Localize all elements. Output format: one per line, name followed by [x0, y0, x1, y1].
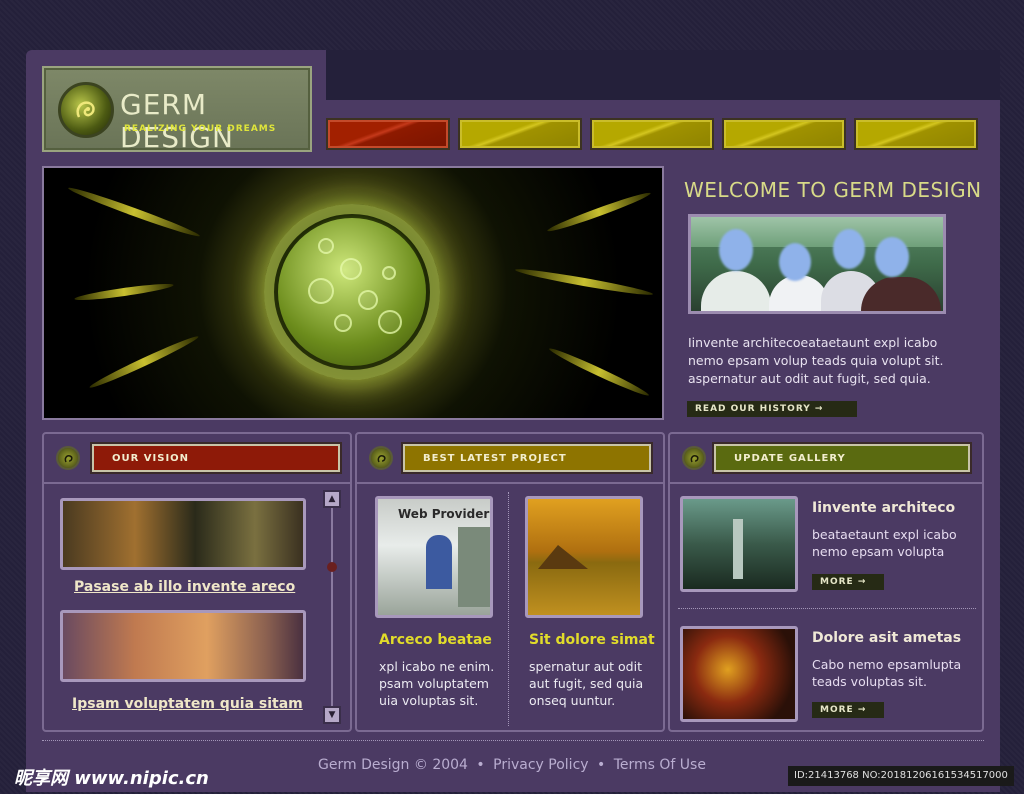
project-text-2: spernatur aut odit aut fugit, sed quia o… — [529, 659, 644, 708]
projects-panel: BEST LATEST PROJECT Web Provider Arceco … — [355, 432, 665, 732]
gallery-title-2[interactable]: Dolore asit ametas — [812, 630, 961, 646]
logo-title: GERM DESIGN — [120, 88, 234, 154]
gallery-more-button-1[interactable]: MORE → — [812, 574, 884, 590]
germ-emblem-icon — [58, 82, 114, 138]
welcome-text: Iinvente architecoeataetaunt expl icabo … — [688, 335, 944, 386]
scroll-thumb[interactable] — [327, 562, 337, 572]
germ-bullet-icon — [682, 446, 706, 470]
gallery-panel: UPDATE GALLERY Iinvente architeco beatae… — [668, 432, 984, 732]
welcome-title: WELCOME TO GERM DESIGN — [684, 178, 982, 202]
scroll-down-button[interactable]: ▼ — [323, 706, 341, 724]
tentacle-decoration — [73, 281, 175, 303]
scrollbar-track[interactable] — [331, 506, 333, 712]
footer-divider — [42, 740, 984, 741]
project-title-1[interactable]: Arceco beatae — [379, 632, 492, 648]
germ-bullet-icon — [56, 446, 80, 470]
vision-link-2[interactable]: Ipsam voluptatem quia sitam — [72, 696, 303, 712]
frame-top-right — [320, 100, 1000, 120]
vision-panel: OUR VISION Pasase ab illo invente areco … — [42, 432, 352, 732]
watermark-right: ID:21413768 NO:20181206161534517000 — [788, 766, 1014, 786]
tentacle-decoration — [87, 333, 201, 391]
gallery-header: UPDATE GALLERY — [670, 434, 982, 484]
nav-button-4[interactable] — [722, 118, 846, 150]
top-nav — [326, 118, 978, 150]
project-thumb-web-provider[interactable]: Web Provider — [375, 496, 493, 618]
nav-button-3[interactable] — [590, 118, 714, 150]
projects-label: BEST LATEST PROJECT — [401, 442, 653, 474]
gallery-thumb-1[interactable] — [680, 496, 798, 592]
logo[interactable]: GERM DESIGN REALIZING YOUR DREAMS — [42, 66, 312, 154]
gallery-text-1: beataetaunt expl icabo nemo epsam volupt… — [812, 527, 957, 559]
gallery-label: UPDATE GALLERY — [712, 442, 972, 474]
project-title-2[interactable]: Sit dolore simat — [529, 632, 655, 648]
scroll-up-button[interactable]: ▲ — [323, 490, 341, 508]
vision-thumb-dragon[interactable] — [60, 610, 306, 682]
nav-button-2[interactable] — [458, 118, 582, 150]
nav-button-1[interactable] — [326, 118, 450, 150]
vision-label: OUR VISION — [90, 442, 342, 474]
hero-banner — [42, 166, 664, 420]
germ-bubble-sphere — [278, 218, 426, 366]
nav-button-5[interactable] — [854, 118, 978, 150]
gallery-title-1[interactable]: Iinvente architeco — [812, 500, 955, 516]
vision-link-1[interactable]: Pasase ab illo invente areco — [74, 579, 295, 595]
watermark-left: 昵享网 www.nipic.cn — [14, 768, 209, 789]
footer-separator: • — [597, 757, 606, 773]
project-thumb-desert[interactable] — [525, 496, 643, 618]
gallery-thumb-2[interactable] — [680, 626, 798, 722]
read-history-button[interactable]: READ OUR HISTORY → — [687, 401, 857, 417]
team-photo — [688, 214, 946, 314]
footer-copyright: Germ Design © 2004 — [318, 757, 468, 773]
footer-privacy-link[interactable]: Privacy Policy — [493, 757, 588, 773]
gallery-more-button-2[interactable]: MORE → — [812, 702, 884, 718]
tentacle-decoration — [547, 345, 651, 399]
logo-tagline: REALIZING YOUR DREAMS — [124, 124, 277, 134]
footer-terms-link[interactable]: Terms Of Use — [614, 757, 706, 773]
project-text-1: xpl icabo ne enim. psam voluptatem uia v… — [379, 659, 495, 708]
gallery-text-2: Cabo nemo epsamlupta teads voluptas sit. — [812, 657, 962, 689]
tentacle-decoration — [514, 265, 654, 299]
vision-thumb-creature[interactable] — [60, 498, 306, 570]
projects-header: BEST LATEST PROJECT — [357, 434, 663, 484]
divider — [508, 492, 509, 726]
tentacle-decoration — [545, 189, 653, 235]
web-provider-screen-text: Web Provider — [398, 507, 490, 521]
divider — [678, 608, 976, 609]
footer-separator: • — [476, 757, 485, 773]
tentacle-decoration — [66, 184, 202, 240]
germ-bullet-icon — [369, 446, 393, 470]
vision-header: OUR VISION — [44, 434, 350, 484]
frame-notch — [326, 50, 1000, 100]
